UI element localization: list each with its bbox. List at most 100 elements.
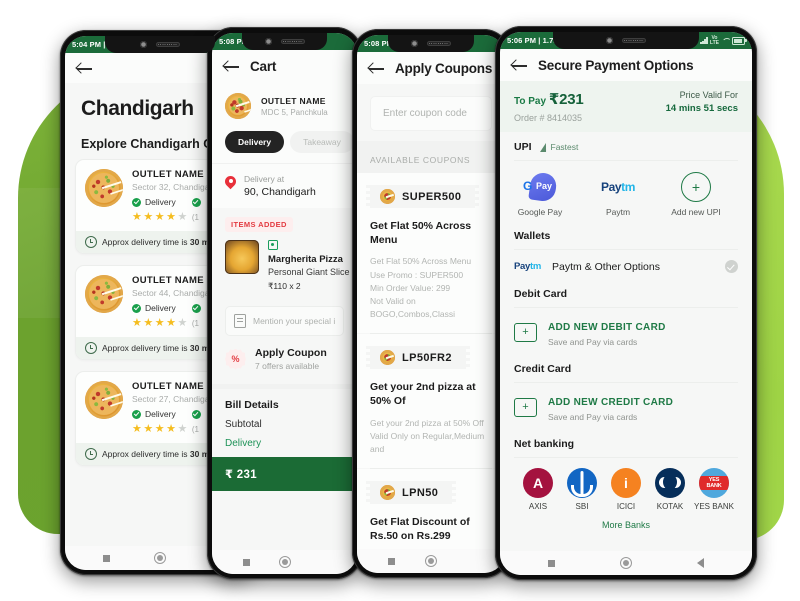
bolt-icon xyxy=(539,143,548,152)
add-debit-card-button[interactable]: + ADD NEW DEBIT CARD Save and Pay via ca… xyxy=(514,308,738,354)
app-bar: Secure Payment Options xyxy=(500,49,752,81)
netbanking-section: Net banking A AXIS SBI i ICICI KOTAK YES… xyxy=(500,429,752,534)
check-icon xyxy=(191,197,201,207)
camera-icon xyxy=(410,40,418,47)
delivery-address: 90, Chandigarh xyxy=(244,186,316,198)
coupon-code: SUPER500 xyxy=(402,190,462,203)
bank-label: AXIS xyxy=(528,502,548,511)
coupon-code: LP50FR2 xyxy=(402,351,452,364)
coupon-code-input[interactable]: Enter coupon code xyxy=(370,96,492,131)
add-credit-card-text: ADD NEW CREDIT CARD Save and Pay via car… xyxy=(548,392,673,422)
delivery-label: Delivery xyxy=(145,197,176,207)
items-added-badge: ITEMS ADDED xyxy=(225,217,293,232)
back-arrow-icon[interactable] xyxy=(369,62,385,75)
bank-axis[interactable]: A AXIS xyxy=(516,468,560,511)
check-icon xyxy=(132,197,141,207)
bank-sbi[interactable]: SBI xyxy=(560,468,604,511)
apply-coupon-row[interactable]: % Apply Coupon 7 offers available xyxy=(212,336,357,382)
recents-icon[interactable] xyxy=(388,557,395,565)
star-icon: ★ xyxy=(177,423,188,435)
phone-notch xyxy=(552,32,700,49)
bank-yes[interactable]: YES BANK YES BANK xyxy=(692,468,736,511)
wifi-icon xyxy=(722,38,730,44)
check-icon xyxy=(191,409,201,419)
recents-icon[interactable] xyxy=(242,558,250,566)
apply-coupon-text: Apply Coupon 7 offers available xyxy=(255,347,327,371)
screen-coupons: 5:08 PM | 2.7KB Apply Coupons Enter coup… xyxy=(357,35,505,573)
special-instructions-input[interactable]: Mention your special i xyxy=(225,306,344,336)
coupon-card[interactable]: LPN50 Get Flat Discount of Rs.50 on Rs.2… xyxy=(357,469,505,549)
star-icon: ★ xyxy=(132,423,142,435)
home-icon[interactable] xyxy=(154,552,166,564)
note-icon xyxy=(234,314,246,328)
upi-option-google-pay[interactable]: G Pay Google Pay xyxy=(514,171,566,217)
back-nav-icon[interactable] xyxy=(696,558,704,568)
add-credit-card-label: ADD NEW CREDIT CARD xyxy=(548,397,674,408)
coupons-body: Enter coupon code AVAILABLE COUPONS SUPE… xyxy=(357,84,505,549)
coupon-description: Get Flat 50% Across Menu Use Promo : SUP… xyxy=(370,256,472,320)
takeaway-tag xyxy=(191,409,201,419)
to-pay: To Pay ₹231 xyxy=(514,91,584,108)
tab-delivery[interactable]: Delivery xyxy=(225,131,285,153)
outlet-address: MDC 5, Panchkula xyxy=(261,107,328,117)
camera-icon xyxy=(606,37,613,44)
more-banks-link[interactable]: More Banks xyxy=(514,511,738,534)
rating-count: (1 xyxy=(191,213,199,222)
star-icon: ★ xyxy=(177,317,188,329)
recents-icon[interactable] xyxy=(103,554,110,562)
upi-option-add-new[interactable]: + Add new UPI xyxy=(670,172,722,217)
camera-icon xyxy=(140,41,147,48)
coupon-card[interactable]: LP50FR2 Get your 2nd pizza at 50% Of Get… xyxy=(357,334,505,469)
upi-heading-row: UPI Fastest xyxy=(514,141,738,153)
delivery-address-text: Delivery at 90, Chandigarh xyxy=(244,174,316,198)
delivery-tag: Delivery xyxy=(132,197,176,207)
delivery-tag: Delivery xyxy=(132,303,176,313)
add-credit-card-button[interactable]: + ADD NEW CREDIT CARD Save and Pay via c… xyxy=(514,383,738,429)
bank-kotak[interactable]: KOTAK xyxy=(648,468,692,511)
pay-amount-button[interactable]: ₹ 231 xyxy=(212,457,357,491)
recents-icon[interactable] xyxy=(548,559,556,567)
coupon-card[interactable]: SUPER500 Get Flat 50% Across Menu Get Fl… xyxy=(357,173,505,334)
back-arrow-icon[interactable] xyxy=(77,62,93,75)
bank-icici[interactable]: i ICICI xyxy=(604,468,648,511)
item-image xyxy=(225,240,259,274)
add-debit-card-sub: Save and Pay via cards xyxy=(548,337,638,347)
add-credit-card-sub: Save and Pay via cards xyxy=(548,412,638,422)
delivery-label: Delivery xyxy=(145,409,176,419)
screen-cart: 5:08 PM | 2.0KB Cart OUTLET NAME MDC 5, … xyxy=(212,33,357,574)
upi-option-paytm[interactable]: Paytm Paytm xyxy=(592,172,644,217)
check-icon xyxy=(132,303,141,313)
clock-icon xyxy=(85,236,97,248)
add-debit-card-label: ADD NEW DEBIT CARD xyxy=(548,322,666,333)
star-icon: ★ xyxy=(143,423,154,435)
delivery-label: Delivery xyxy=(145,303,176,313)
wallet-option-paytm[interactable]: Paytm Paytm & Other Options xyxy=(514,250,738,279)
star-icon: ★ xyxy=(132,317,142,329)
rating-count: (1 xyxy=(191,425,199,434)
back-arrow-icon[interactable] xyxy=(512,59,528,72)
wallets-section: Wallets Paytm Paytm & Other Options xyxy=(500,221,752,279)
to-pay-block: To Pay ₹231 Order # 8414035 xyxy=(514,90,584,123)
coupon-code-wrap: LP50FR2 xyxy=(366,346,492,370)
coupon-description: Get your 2nd pizza at 50% Off Valid Only… xyxy=(370,417,485,454)
delivery-at-label: Delivery at xyxy=(244,174,285,184)
icici-bank-icon: i xyxy=(611,468,641,498)
back-arrow-icon[interactable] xyxy=(224,60,240,73)
home-icon[interactable] xyxy=(278,556,291,568)
bank-label: SBI xyxy=(575,502,589,511)
star-icon: ★ xyxy=(166,211,176,223)
phone-notch xyxy=(242,33,327,50)
home-icon[interactable] xyxy=(425,555,437,567)
tab-takeaway[interactable]: Takeaway xyxy=(290,131,354,153)
bank-label: KOTAK xyxy=(656,502,684,511)
netbanking-heading-row: Net banking xyxy=(514,438,738,450)
page-title: Cart xyxy=(250,59,277,74)
axis-bank-icon: A xyxy=(523,468,553,498)
star-icon: ★ xyxy=(154,423,165,435)
cart-item: Margherita Pizza Personal Giant Slice ₹1… xyxy=(212,232,357,302)
cart-outlet: OUTLET NAME MDC 5, Panchkula xyxy=(212,82,357,127)
clock-icon xyxy=(85,448,97,460)
star-icon: ★ xyxy=(154,317,165,329)
delivery-address-row[interactable]: Delivery at 90, Chandigarh xyxy=(212,163,357,208)
home-icon[interactable] xyxy=(619,557,632,569)
